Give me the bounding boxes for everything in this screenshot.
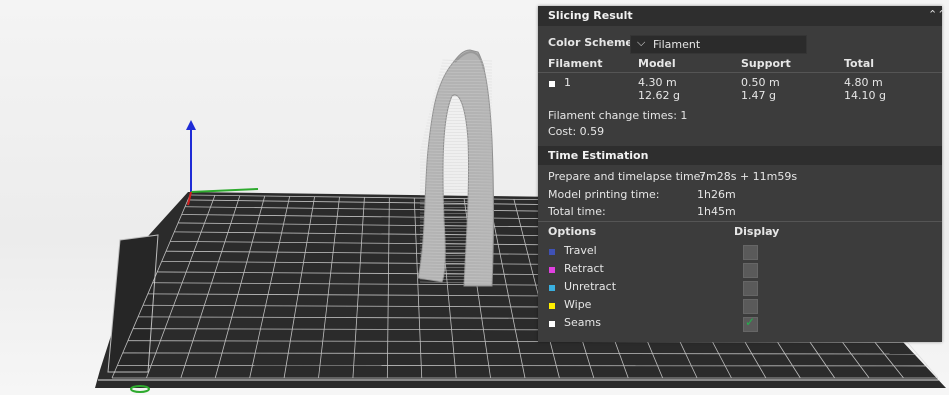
time-estimation-header: Time Estimation <box>538 146 942 165</box>
model-time-value: 1h26m <box>697 188 736 201</box>
grid-line <box>117 364 928 367</box>
options-divider <box>538 221 942 222</box>
wipe-swatch <box>549 303 555 309</box>
travel-swatch <box>549 249 555 255</box>
prepare-time-label: Prepare and timelapse time: <box>548 170 705 183</box>
model-time-label: Model printing time: <box>548 188 660 201</box>
prepare-time-value: 7m28s + 11m59s <box>699 170 798 183</box>
chevron-down-icon: ⌵ <box>637 36 646 49</box>
checkmark-icon: ✓ <box>745 315 756 329</box>
time-estimation-title: Time Estimation <box>548 149 649 162</box>
unretract-display-checkbox[interactable] <box>743 281 758 296</box>
z-axis-arrow <box>186 120 196 130</box>
option-label-retract: Retract <box>564 262 604 275</box>
model-length: 4.30 m <box>638 76 677 89</box>
total-length: 4.80 m <box>844 76 883 89</box>
col-header-filament: Filament <box>548 57 603 70</box>
table-divider <box>538 72 942 73</box>
filament-name: 1 <box>564 76 571 89</box>
support-length: 0.50 m <box>741 76 780 89</box>
support-weight: 1.47 g <box>741 89 776 102</box>
panel-header: Slicing Result ⌃⌃ <box>538 6 946 26</box>
display-header: Display <box>734 225 780 238</box>
seams-display-checkbox[interactable]: ✓ <box>743 315 758 332</box>
option-label-wipe: Wipe <box>564 298 592 311</box>
cost: Cost: 0.59 <box>548 125 605 138</box>
col-header-model: Model <box>638 57 676 70</box>
filament-swatch <box>549 81 555 87</box>
double-chevron-up-icon[interactable]: ⌃⌃ <box>928 8 946 21</box>
x-axis <box>190 188 259 193</box>
color-scheme-value: Filament <box>653 38 701 51</box>
col-header-total: Total <box>844 57 875 70</box>
3d-viewport[interactable]: Slicing Result ⌃⌃ Color Scheme ⌵ Filamen… <box>0 0 949 395</box>
option-label-travel: Travel <box>564 244 597 257</box>
travel-display-checkbox[interactable] <box>743 245 758 260</box>
total-time-value: 1h45m <box>697 205 736 218</box>
seams-swatch <box>549 321 555 327</box>
color-scheme-dropdown[interactable]: ⌵ Filament <box>630 35 807 54</box>
option-label-unretract: Unretract <box>564 280 617 293</box>
wipe-display-checkbox[interactable] <box>743 299 758 314</box>
options-header: Options <box>548 225 597 238</box>
model-weight: 12.62 g <box>638 89 680 102</box>
total-weight: 14.10 g <box>844 89 886 102</box>
retract-display-checkbox[interactable] <box>743 263 758 278</box>
unretract-swatch <box>549 285 555 291</box>
filament-change-times: Filament change times: 1 <box>548 109 688 122</box>
retract-swatch <box>549 267 555 273</box>
col-header-support: Support <box>741 57 791 70</box>
panel-title: Slicing Result <box>548 9 633 22</box>
color-scheme-label: Color Scheme <box>548 36 633 49</box>
slicing-result-panel: Slicing Result ⌃⌃ Color Scheme ⌵ Filamen… <box>538 6 946 342</box>
option-label-seams: Seams <box>564 316 601 329</box>
total-time-label: Total time: <box>548 205 606 218</box>
origin-marker <box>130 385 150 393</box>
